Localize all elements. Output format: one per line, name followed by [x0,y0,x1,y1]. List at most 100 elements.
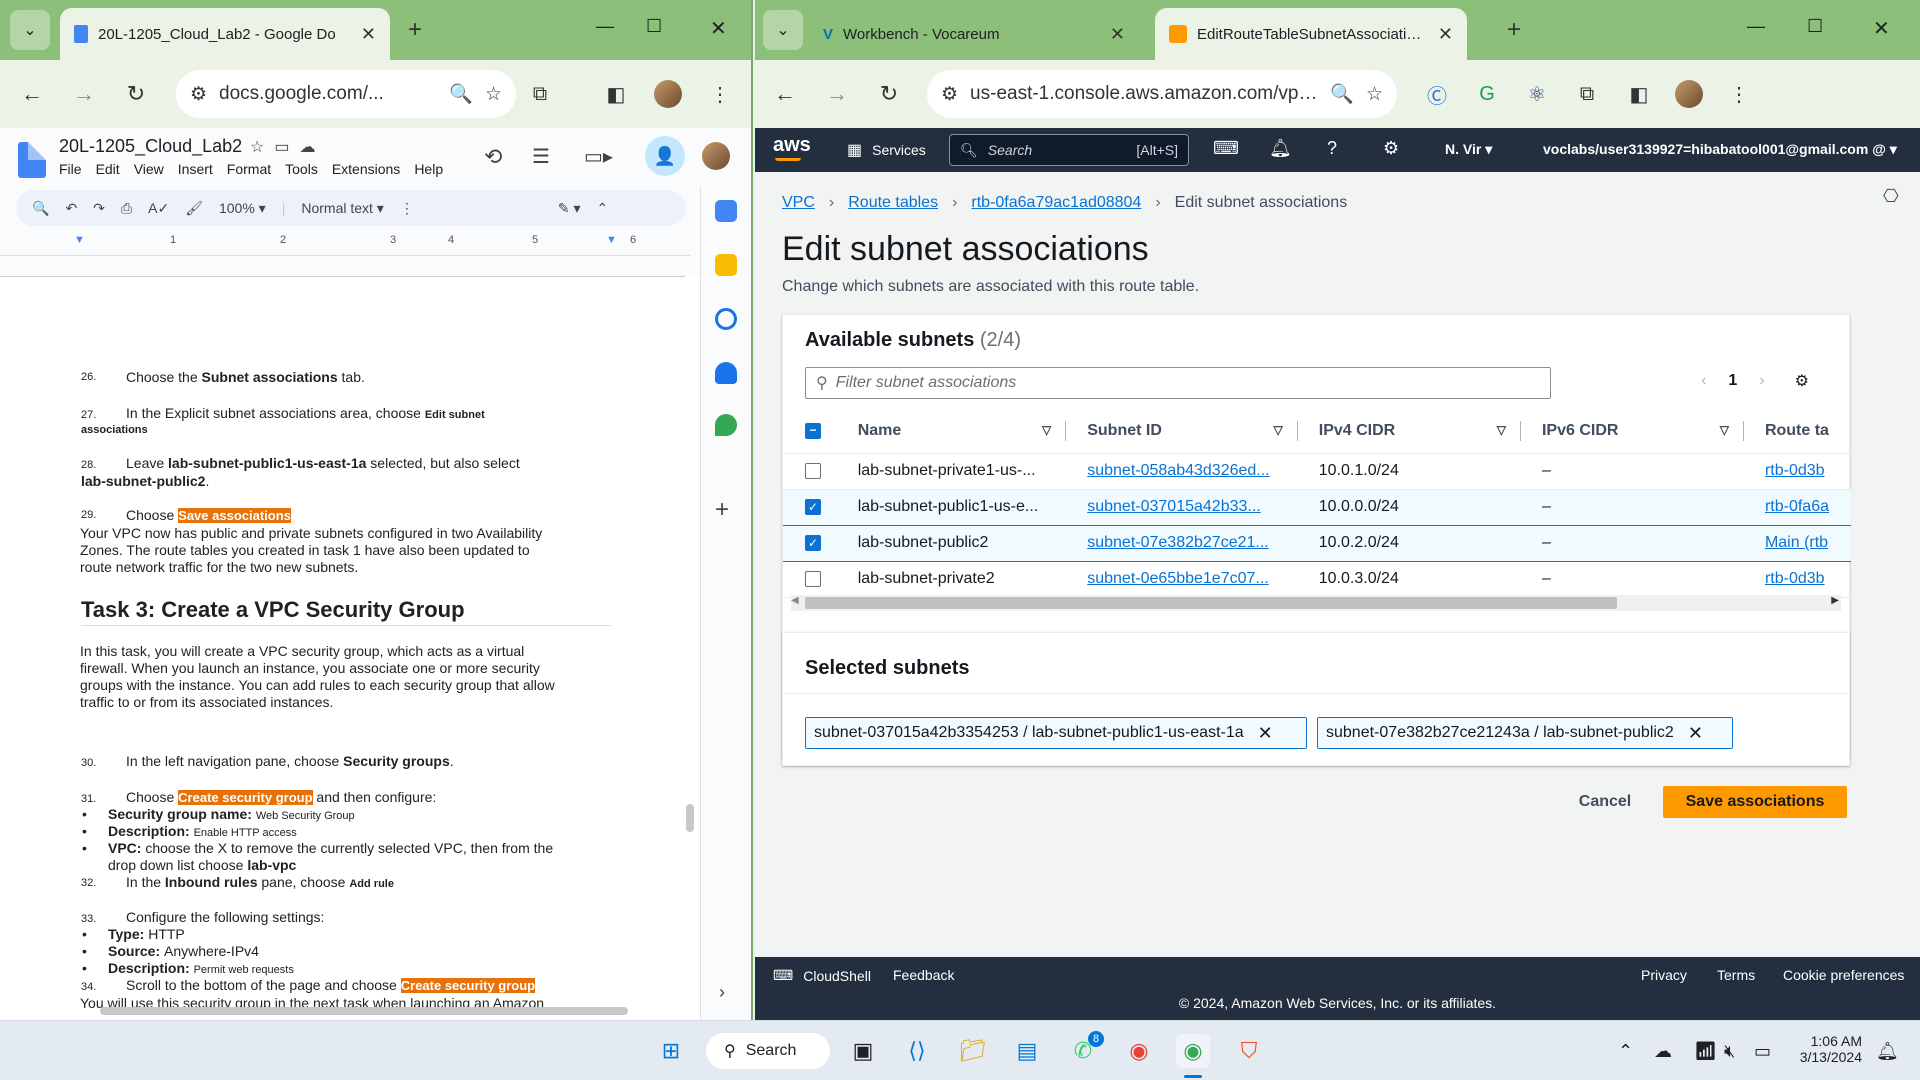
windows-start-icon[interactable]: ⊞ [654,1034,688,1068]
extensions-icon[interactable]: ⧉ [1571,78,1603,110]
tab-search-button[interactable]: ⌄ [10,10,50,50]
breadcrumb-route-tables[interactable]: Route tables [848,194,938,212]
brave-icon[interactable]: ⛉ [1232,1034,1266,1068]
add-on-plus-icon[interactable]: + [715,496,729,524]
remove-token-icon[interactable]: ✕ [1258,723,1273,744]
close-window-button[interactable]: ✕ [710,16,727,41]
subnet-id-link[interactable]: subnet-058ab43d326ed... [1087,462,1269,479]
menu-icon[interactable]: ⋮ [1723,78,1755,110]
route-table-link[interactable]: rtb-0d3b [1765,462,1825,479]
forward-button[interactable]: → [821,78,853,110]
close-tab-icon[interactable]: ✕ [1438,24,1453,45]
route-table-link[interactable]: Main (rtb [1765,534,1828,551]
file-explorer-icon[interactable]: 📁︎ [956,1034,990,1068]
minimize-button[interactable]: — [596,16,614,37]
keep-icon[interactable] [715,254,737,276]
tasks-icon[interactable] [715,308,737,330]
table-row[interactable]: ✓ lab-subnet-public2 subnet-07e382b27ce2… [783,524,1851,562]
left-indent-marker[interactable]: ▼ [74,234,85,246]
tab-vocareum[interactable]: V Workbench - Vocareum ✕ [809,8,1139,60]
calendar-icon[interactable] [715,200,737,222]
document-title[interactable]: 20L-1205_Cloud_Lab2 [59,136,242,157]
contacts-icon[interactable] [715,362,737,384]
col-subnet-id[interactable]: Subnet ID ▽ [1065,409,1297,454]
new-tab-button[interactable]: + [408,16,422,44]
aws-search-input[interactable]: 🔍︎ Search [Alt+S] [949,134,1189,166]
row-checkbox[interactable]: ✓ [805,534,821,551]
notification-bell-icon[interactable]: 🔔︎ [1876,1041,1899,1062]
expand-panel-icon[interactable]: › [719,982,725,1003]
ruler[interactable]: ▼ 1 2 3 4 5 ▼ 6 [0,230,690,256]
style-select[interactable]: Normal text ▾ [301,200,384,217]
table-row[interactable]: lab-subnet-private2 subnet-0e65bbe1e7c07… [783,561,1851,598]
save-associations-button[interactable]: Save associations [1663,786,1847,818]
vscode-icon[interactable]: ⟨⟩ [900,1034,934,1068]
reload-button[interactable]: ↻ [873,78,905,110]
table-row[interactable]: lab-subnet-private1-us-... subnet-058ab4… [783,453,1851,490]
react-devtools-icon[interactable]: ⚛ [1521,78,1553,110]
version-history-icon[interactable]: ⟲ [484,144,502,170]
side-panel-icon[interactable]: ◧ [600,78,632,110]
vpn-icon[interactable]: ☁ [1654,1041,1672,1062]
scroll-right-icon[interactable]: ▶ [1831,595,1839,606]
grammarly-icon[interactable]: G [1471,78,1503,110]
share-button[interactable]: 👤 [645,136,685,176]
close-tab-icon[interactable]: ✕ [1110,24,1125,45]
collapse-toolbar-icon[interactable]: ⌃ [597,200,609,217]
cookie-preferences-link[interactable]: Cookie preferences [1783,967,1904,983]
chrome-profile-icon[interactable]: ◉ [1176,1034,1210,1068]
tab-edit-route-table[interactable]: EditRouteTableSubnetAssociations ✕ [1155,8,1467,60]
meet-icon[interactable]: ▭▸ [584,144,613,169]
menu-format[interactable]: Format [227,161,271,177]
scrollbar-thumb[interactable] [805,597,1617,609]
row-checkbox[interactable]: ✓ [805,498,821,515]
back-button[interactable]: ← [769,78,801,110]
remove-token-icon[interactable]: ✕ [1688,723,1703,744]
profile-avatar[interactable] [1673,78,1705,110]
menu-help[interactable]: Help [414,161,443,177]
region-selector[interactable]: N. Vir ▾ [1445,141,1492,158]
table-horizontal-scrollbar[interactable]: ◀ ▶ [791,595,1841,611]
account-menu[interactable]: voclabs/user3139927=hibabatool001@gmail.… [1543,141,1897,158]
cancel-button[interactable]: Cancel [1565,786,1645,818]
battery-icon[interactable]: ▭ [1754,1041,1771,1062]
wifi-icon[interactable]: 📶︎ [1694,1041,1717,1062]
more-options-icon[interactable]: ⋮ [400,200,414,217]
new-tab-button[interactable]: + [1507,16,1521,44]
horizontal-scrollbar[interactable] [100,1007,628,1015]
back-button[interactable]: ← [16,78,48,110]
volume-muted-icon[interactable]: 🔇︎ [1724,1041,1735,1062]
address-bar[interactable]: ⚙ docs.google.com/... 🔍 ☆ [176,70,516,118]
sort-icon[interactable]: ▽ [1274,423,1283,437]
vertical-scrollbar[interactable] [686,804,694,832]
menu-view[interactable]: View [134,161,164,177]
close-tab-icon[interactable]: ✕ [361,24,376,45]
tab-search-button[interactable]: ⌄ [763,10,803,50]
clock[interactable]: 1:06 AM 3/13/2024 [1796,1033,1862,1065]
cloudshell-link[interactable]: ⌨ CloudShell [773,967,871,984]
sort-icon[interactable]: ▽ [1042,423,1051,437]
filter-input[interactable]: ⚲ Filter subnet associations [805,367,1551,399]
preferences-gear-icon[interactable]: ⚙ [1795,371,1809,391]
subnet-id-link[interactable]: subnet-07e382b27ce21... [1087,534,1268,551]
breadcrumb-vpc[interactable]: VPC [782,194,815,212]
services-menu[interactable]: ▦ Services [847,140,926,160]
chrome-icon[interactable]: ◉ [1122,1034,1156,1068]
address-bar[interactable]: ⚙ us-east-1.console.aws.amazon.com/vpcco… [927,70,1397,118]
document-page[interactable]: 26. Choose the Subnet associations tab. … [0,276,685,1020]
table-row[interactable]: ✓ lab-subnet-public1-us-e... subnet-0370… [783,488,1851,526]
zoom-icon[interactable]: 🔍 [1330,82,1354,106]
info-panel-icon[interactable]: ⎔ [1883,186,1899,207]
notepad-icon[interactable]: ▤ [1010,1034,1044,1068]
task-view-icon[interactable]: ▣ [846,1034,880,1068]
subnet-id-link[interactable]: subnet-0e65bbe1e7c07... [1087,570,1268,587]
search-menus-icon[interactable]: 🔍 [32,200,49,217]
maximize-button[interactable]: ☐ [1807,16,1823,37]
subnet-id-link[interactable]: subnet-037015a42b33... [1087,498,1260,515]
google-docs-logo-icon[interactable] [18,142,46,178]
select-all-header[interactable]: − [783,409,836,454]
spellcheck-icon[interactable]: A✓ [148,200,169,217]
undo-icon[interactable]: ↶ [65,200,77,217]
comments-icon[interactable]: ☰ [532,144,550,169]
bookmark-star-icon[interactable]: ☆ [1366,83,1383,106]
